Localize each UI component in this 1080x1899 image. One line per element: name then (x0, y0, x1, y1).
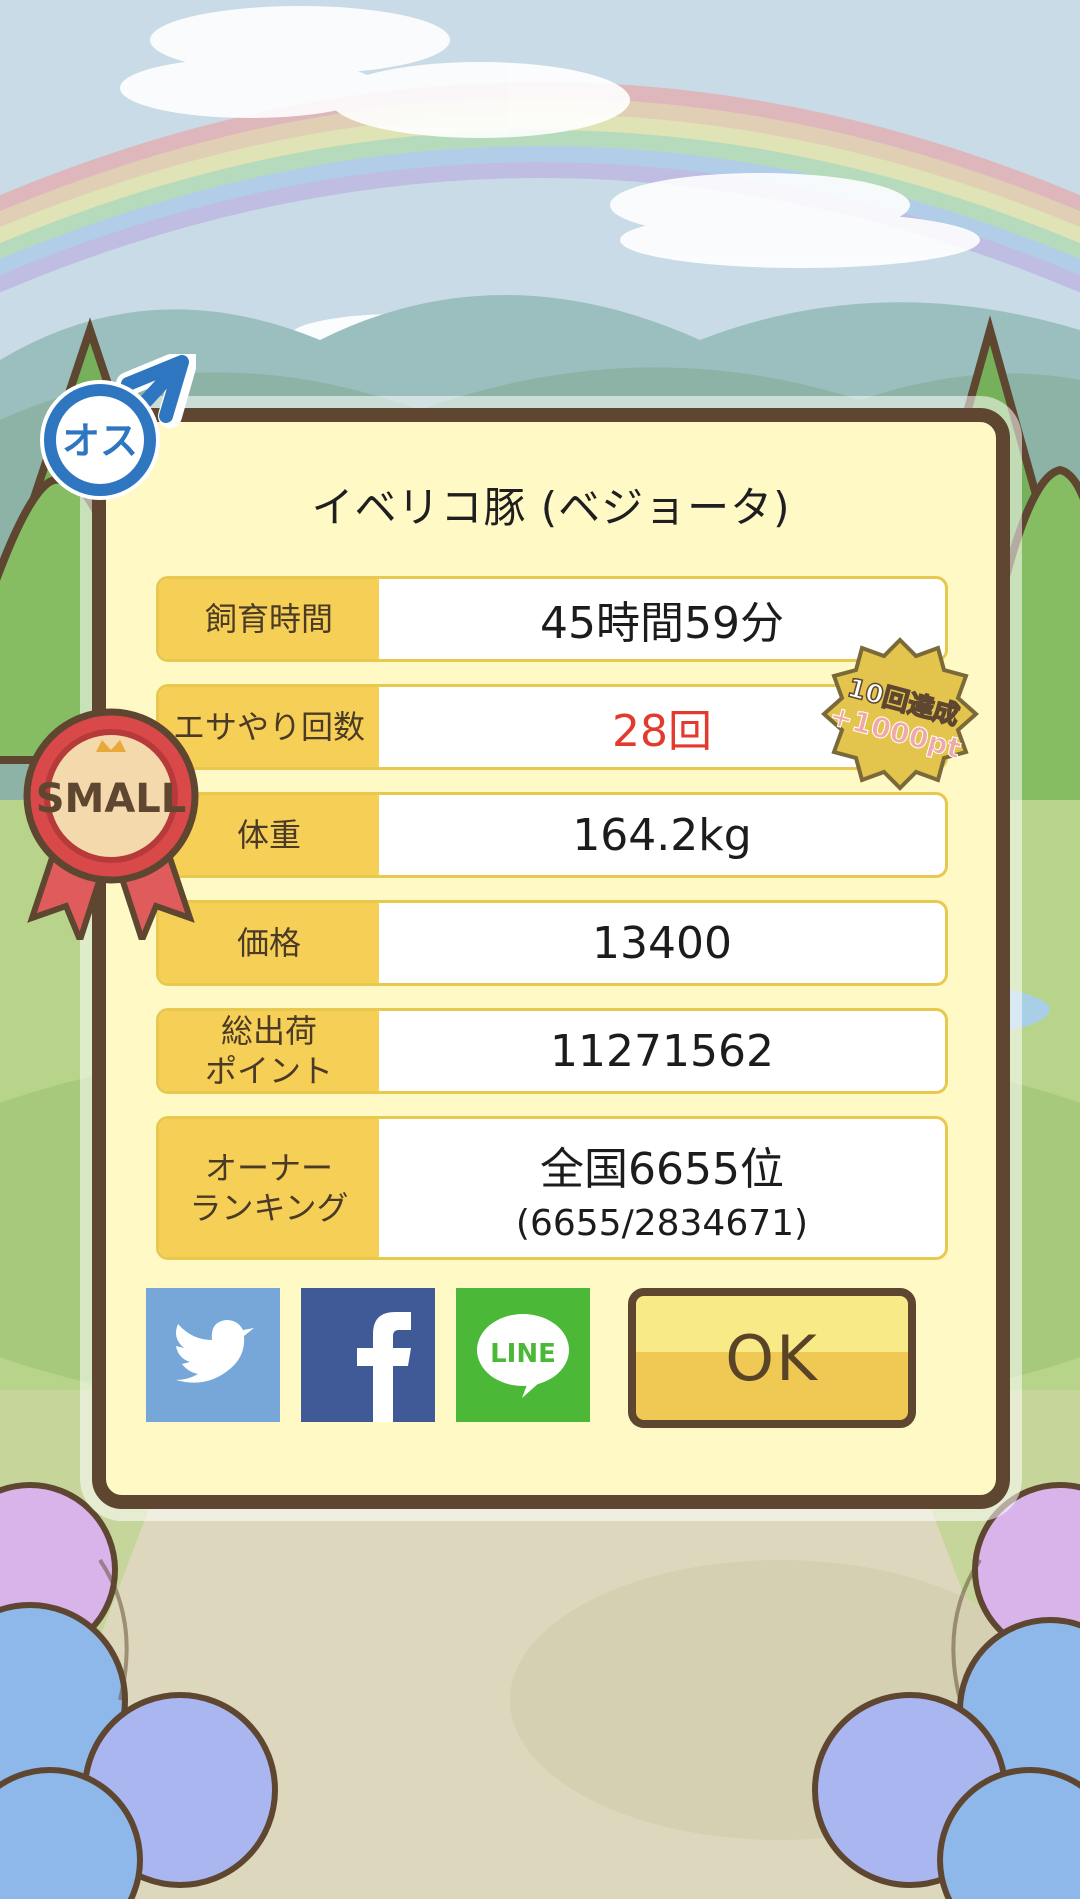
ok-button-label: OK (725, 1321, 819, 1395)
size-rank-ribbon: SMALL (18, 700, 204, 949)
line-icon: LINE (456, 1288, 590, 1422)
line-share-button[interactable]: LINE (456, 1288, 590, 1422)
male-gender-icon: オス (36, 348, 198, 504)
pig-status-dialog: イベリコ豚 (ベジョータ) 飼育時間 45時間59分 エサやり回数 28回 体重… (92, 408, 1010, 1509)
ok-button[interactable]: OK (628, 1288, 916, 1428)
twitter-icon (146, 1288, 280, 1422)
row-label: 総出荷 ポイント (159, 1011, 379, 1091)
row-label: オーナー ランキング (159, 1119, 379, 1257)
row-value: 164.2kg (572, 809, 752, 861)
row-owner-ranking: オーナー ランキング 全国6655位 (6655/2834671) (156, 1116, 948, 1260)
line-icon-label: LINE (490, 1339, 556, 1369)
row-value: 全国6655位 (6655/2834671) (379, 1119, 945, 1257)
row-value: 11271562 (550, 1025, 774, 1077)
size-label: SMALL (36, 776, 187, 822)
ranking-value: 全国6655位 (540, 1143, 784, 1195)
twitter-share-button[interactable] (146, 1288, 280, 1422)
facebook-share-button[interactable] (301, 1288, 435, 1422)
row-total-points: 総出荷 ポイント 11271562 (156, 1008, 948, 1094)
row-price: 価格 13400 (156, 900, 948, 986)
facebook-icon (301, 1288, 435, 1422)
ranking-detail: (6655/2834671) (515, 1202, 809, 1244)
feeding-bonus-badge: 10回達成 +1000pt (820, 636, 980, 792)
row-value: 13400 (592, 917, 732, 969)
row-label: 飼育時間 (159, 579, 379, 659)
dialog-title: イベリコ豚 (ベジョータ) (311, 483, 791, 532)
row-weight: 体重 164.2kg (156, 792, 948, 878)
gender-label: オス (62, 419, 138, 463)
